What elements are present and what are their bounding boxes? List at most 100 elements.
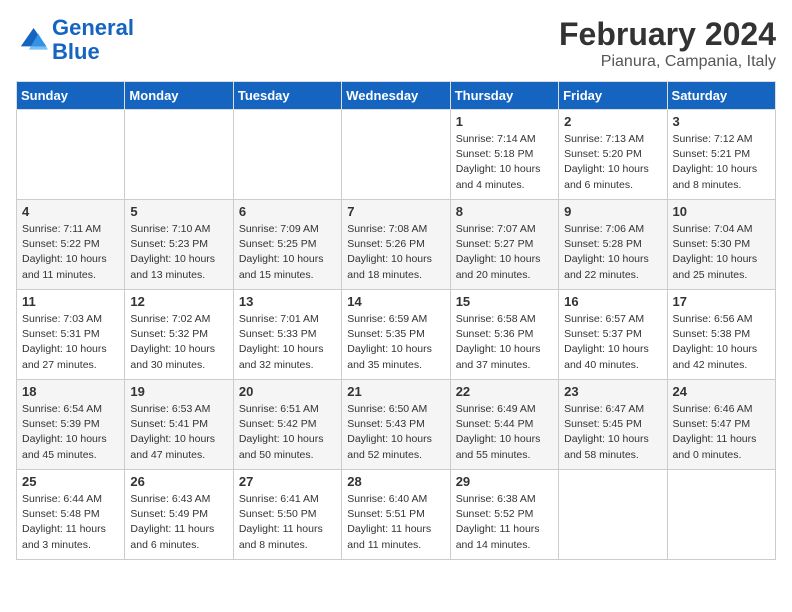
- calendar-cell: 23 Sunrise: 6:47 AM Sunset: 5:45 PM Dayli…: [559, 380, 667, 470]
- day-number: 15: [456, 294, 553, 309]
- calendar-cell: 15 Sunrise: 6:58 AM Sunset: 5:36 PM Dayli…: [450, 290, 558, 380]
- calendar-cell: 9 Sunrise: 7:06 AM Sunset: 5:28 PM Daylig…: [559, 200, 667, 290]
- day-info: Sunrise: 7:10 AM Sunset: 5:23 PM Dayligh…: [130, 222, 227, 283]
- column-header-tuesday: Tuesday: [233, 82, 341, 110]
- day-info: Sunrise: 6:51 AM Sunset: 5:42 PM Dayligh…: [239, 402, 336, 463]
- day-number: 8: [456, 204, 553, 219]
- day-number: 14: [347, 294, 444, 309]
- calendar-cell: [125, 110, 233, 200]
- calendar-cell: 8 Sunrise: 7:07 AM Sunset: 5:27 PM Daylig…: [450, 200, 558, 290]
- day-info: Sunrise: 7:01 AM Sunset: 5:33 PM Dayligh…: [239, 312, 336, 373]
- day-number: 5: [130, 204, 227, 219]
- day-number: 29: [456, 474, 553, 489]
- day-info: Sunrise: 6:49 AM Sunset: 5:44 PM Dayligh…: [456, 402, 553, 463]
- calendar-cell: 3Sunrise: 7:12 AM Sunset: 5:21 PM Daylig…: [667, 110, 775, 200]
- day-number: 23: [564, 384, 661, 399]
- day-number: 1: [456, 114, 553, 129]
- day-info: Sunrise: 7:02 AM Sunset: 5:32 PM Dayligh…: [130, 312, 227, 373]
- calendar-cell: 17 Sunrise: 6:56 AM Sunset: 5:38 PM Dayli…: [667, 290, 775, 380]
- column-header-monday: Monday: [125, 82, 233, 110]
- day-info: Sunrise: 6:56 AM Sunset: 5:38 PM Dayligh…: [673, 312, 770, 373]
- day-info: Sunrise: 7:04 AM Sunset: 5:30 PM Dayligh…: [673, 222, 770, 283]
- calendar-cell: 26 Sunrise: 6:43 AM Sunset: 5:49 PM Dayli…: [125, 470, 233, 560]
- day-info: Sunrise: 7:12 AM Sunset: 5:21 PM Dayligh…: [673, 132, 770, 193]
- title-area: February 2024 Pianura, Campania, Italy: [559, 16, 776, 71]
- day-info: Sunrise: 6:50 AM Sunset: 5:43 PM Dayligh…: [347, 402, 444, 463]
- logo-icon: [16, 24, 48, 56]
- day-info: Sunrise: 6:59 AM Sunset: 5:35 PM Dayligh…: [347, 312, 444, 373]
- day-number: 26: [130, 474, 227, 489]
- calendar-cell: 13 Sunrise: 7:01 AM Sunset: 5:33 PM Dayli…: [233, 290, 341, 380]
- day-info: Sunrise: 6:53 AM Sunset: 5:41 PM Dayligh…: [130, 402, 227, 463]
- day-info: Sunrise: 6:40 AM Sunset: 5:51 PM Dayligh…: [347, 492, 444, 553]
- day-number: 16: [564, 294, 661, 309]
- calendar-cell: 12 Sunrise: 7:02 AM Sunset: 5:32 PM Dayli…: [125, 290, 233, 380]
- day-info: Sunrise: 6:46 AM Sunset: 5:47 PM Dayligh…: [673, 402, 770, 463]
- day-info: Sunrise: 6:57 AM Sunset: 5:37 PM Dayligh…: [564, 312, 661, 373]
- day-number: 20: [239, 384, 336, 399]
- day-number: 7: [347, 204, 444, 219]
- calendar-cell: 29 Sunrise: 6:38 AM Sunset: 5:52 PM Dayli…: [450, 470, 558, 560]
- calendar-cell: 6 Sunrise: 7:09 AM Sunset: 5:25 PM Daylig…: [233, 200, 341, 290]
- subtitle: Pianura, Campania, Italy: [559, 53, 776, 71]
- calendar-week-row: 18Sunrise: 6:54 AM Sunset: 5:39 PM Dayli…: [17, 380, 776, 470]
- calendar-cell: 5 Sunrise: 7:10 AM Sunset: 5:23 PM Daylig…: [125, 200, 233, 290]
- calendar-cell: [233, 110, 341, 200]
- calendar-cell: 21Sunrise: 6:50 AM Sunset: 5:43 PM Dayli…: [342, 380, 450, 470]
- calendar-cell: [667, 470, 775, 560]
- calendar-week-row: 4 Sunrise: 7:11 AM Sunset: 5:22 PM Daylig…: [17, 200, 776, 290]
- calendar-cell: 16 Sunrise: 6:57 AM Sunset: 5:37 PM Dayli…: [559, 290, 667, 380]
- day-number: 10: [673, 204, 770, 219]
- day-number: 18: [22, 384, 119, 399]
- day-info: Sunrise: 7:03 AM Sunset: 5:31 PM Dayligh…: [22, 312, 119, 373]
- logo-text: General Blue: [52, 16, 134, 64]
- day-info: Sunrise: 7:06 AM Sunset: 5:28 PM Dayligh…: [564, 222, 661, 283]
- day-info: Sunrise: 7:09 AM Sunset: 5:25 PM Dayligh…: [239, 222, 336, 283]
- day-info: Sunrise: 7:13 AM Sunset: 5:20 PM Dayligh…: [564, 132, 661, 193]
- day-number: 9: [564, 204, 661, 219]
- day-info: Sunrise: 6:41 AM Sunset: 5:50 PM Dayligh…: [239, 492, 336, 553]
- calendar-cell: 7 Sunrise: 7:08 AM Sunset: 5:26 PM Daylig…: [342, 200, 450, 290]
- column-header-saturday: Saturday: [667, 82, 775, 110]
- day-number: 6: [239, 204, 336, 219]
- day-number: 19: [130, 384, 227, 399]
- calendar-cell: 2 Sunrise: 7:13 AM Sunset: 5:20 PM Daylig…: [559, 110, 667, 200]
- calendar-week-row: 11 Sunrise: 7:03 AM Sunset: 5:31 PM Dayli…: [17, 290, 776, 380]
- day-info: Sunrise: 6:38 AM Sunset: 5:52 PM Dayligh…: [456, 492, 553, 553]
- day-info: Sunrise: 7:11 AM Sunset: 5:22 PM Dayligh…: [22, 222, 119, 283]
- calendar-header-row: SundayMondayTuesdayWednesdayThursdayFrid…: [17, 82, 776, 110]
- day-info: Sunrise: 7:08 AM Sunset: 5:26 PM Dayligh…: [347, 222, 444, 283]
- day-info: Sunrise: 7:07 AM Sunset: 5:27 PM Dayligh…: [456, 222, 553, 283]
- day-number: 25: [22, 474, 119, 489]
- day-number: 22: [456, 384, 553, 399]
- calendar-week-row: 25 Sunrise: 6:44 AM Sunset: 5:48 PM Dayli…: [17, 470, 776, 560]
- calendar-cell: 24 Sunrise: 6:46 AM Sunset: 5:47 PM Dayli…: [667, 380, 775, 470]
- logo-line1: General: [52, 15, 134, 40]
- calendar-cell: 14 Sunrise: 6:59 AM Sunset: 5:35 PM Dayli…: [342, 290, 450, 380]
- day-number: 2: [564, 114, 661, 129]
- calendar-cell: [17, 110, 125, 200]
- header: General Blue February 2024 Pianura, Camp…: [16, 16, 776, 71]
- day-number: 28: [347, 474, 444, 489]
- calendar-cell: 25 Sunrise: 6:44 AM Sunset: 5:48 PM Dayli…: [17, 470, 125, 560]
- day-number: 11: [22, 294, 119, 309]
- day-number: 4: [22, 204, 119, 219]
- column-header-thursday: Thursday: [450, 82, 558, 110]
- day-info: Sunrise: 6:44 AM Sunset: 5:48 PM Dayligh…: [22, 492, 119, 553]
- day-info: Sunrise: 6:43 AM Sunset: 5:49 PM Dayligh…: [130, 492, 227, 553]
- day-number: 12: [130, 294, 227, 309]
- day-info: Sunrise: 6:47 AM Sunset: 5:45 PM Dayligh…: [564, 402, 661, 463]
- calendar-cell: [559, 470, 667, 560]
- day-number: 17: [673, 294, 770, 309]
- calendar-cell: 20 Sunrise: 6:51 AM Sunset: 5:42 PM Dayli…: [233, 380, 341, 470]
- column-header-wednesday: Wednesday: [342, 82, 450, 110]
- calendar-week-row: 1 Sunrise: 7:14 AM Sunset: 5:18 PM Daylig…: [17, 110, 776, 200]
- logo-line2: Blue: [52, 39, 100, 64]
- day-info: Sunrise: 6:58 AM Sunset: 5:36 PM Dayligh…: [456, 312, 553, 373]
- day-number: 13: [239, 294, 336, 309]
- calendar-cell: 11 Sunrise: 7:03 AM Sunset: 5:31 PM Dayli…: [17, 290, 125, 380]
- day-info: Sunrise: 7:14 AM Sunset: 5:18 PM Dayligh…: [456, 132, 553, 193]
- day-number: 24: [673, 384, 770, 399]
- day-number: 27: [239, 474, 336, 489]
- calendar-cell: 1 Sunrise: 7:14 AM Sunset: 5:18 PM Daylig…: [450, 110, 558, 200]
